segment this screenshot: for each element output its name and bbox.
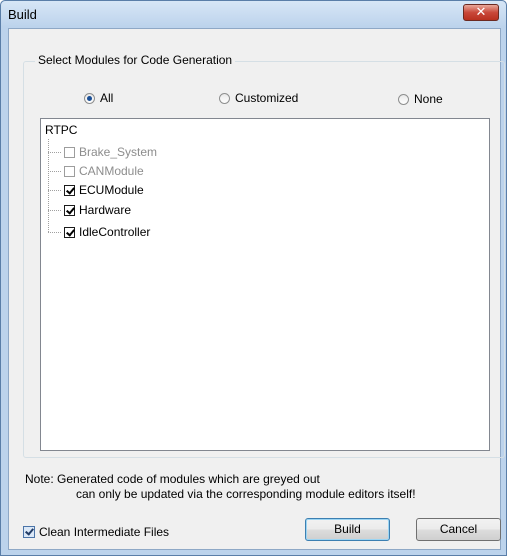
checkbox-ecumodule[interactable] [64,184,75,196]
title-bar[interactable]: Build ✕ [1,1,506,27]
checkbox-canmodule[interactable] [64,165,75,177]
build-button[interactable]: Build [305,518,390,541]
radio-none-indicator [398,93,409,105]
radio-customized-label: Customized [235,91,299,105]
tree-item-brake-system[interactable]: Brake_System [48,143,157,161]
window-title: Build [8,7,37,22]
radio-all[interactable]: All [84,91,113,105]
group-legend: Select Modules for Code Generation [35,53,236,67]
note-line-2: can only be updated via the correspondin… [76,487,416,501]
clean-checkbox-label: Clean Intermediate Files [39,525,170,539]
close-icon[interactable]: ✕ [463,4,499,21]
tree-item-label: CANModule [79,164,144,178]
radio-all-indicator [84,92,95,104]
checkbox-idlecontroller[interactable] [64,226,75,238]
checkbox-hardware[interactable] [64,204,75,216]
note-line-1: Note: Generated code of modules which ar… [25,472,320,486]
tree-item-label: IdleController [79,225,151,239]
tree-item-canmodule[interactable]: CANModule [48,162,144,180]
tree-item-hardware[interactable]: Hardware [48,201,131,219]
tree-item-label: Brake_System [79,145,158,159]
clean-checkbox-box[interactable] [23,526,35,538]
tree-root-label[interactable]: RTPC [45,123,77,137]
module-tree[interactable]: RTPC Brake_System CANModule ECUModule Ha… [40,118,490,451]
radio-all-label: All [100,91,114,105]
cancel-button[interactable]: Cancel [416,518,501,541]
tree-item-label: Hardware [79,203,132,217]
radio-customized[interactable]: Customized [219,91,298,105]
radio-none-label: None [414,92,443,106]
checkbox-brake-system[interactable] [64,146,75,158]
clean-intermediate-files-checkbox[interactable]: Clean Intermediate Files [23,525,169,539]
tree-item-ecumodule[interactable]: ECUModule [48,181,144,199]
radio-none[interactable]: None [398,92,443,106]
radio-customized-indicator [219,92,230,104]
tree-item-label: ECUModule [79,183,144,197]
tree-item-idlecontroller[interactable]: IdleController [48,223,150,241]
